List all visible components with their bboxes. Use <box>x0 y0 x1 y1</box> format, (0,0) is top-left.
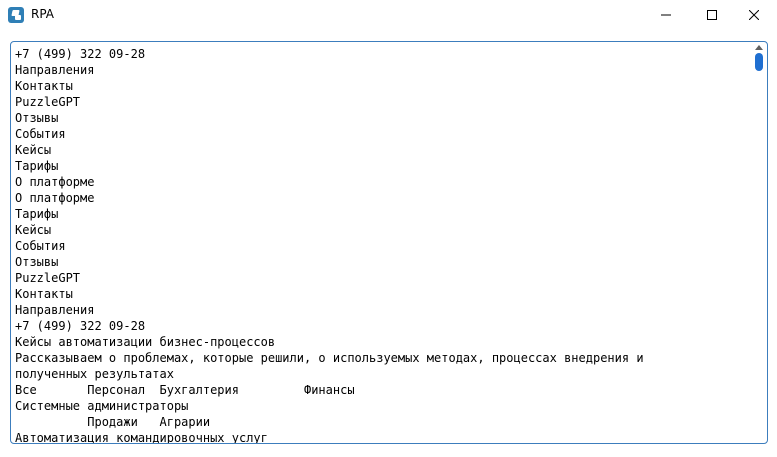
title-bar[interactable]: RPA <box>0 0 777 30</box>
minimize-icon <box>661 14 671 16</box>
window-title: RPA <box>31 7 55 21</box>
text-line: О платформе <box>15 191 95 205</box>
text-line: Контакты <box>15 79 73 93</box>
text-line: События <box>15 239 66 253</box>
text-line: Кейсы <box>15 143 52 157</box>
text-area[interactable]: +7 (499) 322 09-28 Направления Контакты … <box>10 41 768 444</box>
close-icon <box>749 10 759 20</box>
text-line: Системные администраторы <box>15 399 189 413</box>
text-line: О платформе <box>15 175 95 189</box>
text-line: Отзывы <box>15 111 59 125</box>
text-line: Рассказываем о проблемах, которые решили… <box>15 351 644 365</box>
text-line: Отзывы <box>15 255 59 269</box>
maximize-button[interactable] <box>689 0 735 30</box>
text-line: +7 (499) 322 09-28 <box>15 47 146 61</box>
text-line: Направления <box>15 303 95 317</box>
text-line: Тарифы <box>15 159 59 173</box>
scroll-up-arrow-icon[interactable] <box>755 45 763 50</box>
close-button[interactable] <box>731 0 777 30</box>
text-line: полученных результатах <box>15 367 174 381</box>
text-line: Тарифы <box>15 207 59 221</box>
text-line: Контакты <box>15 287 73 301</box>
text-lines: +7 (499) 322 09-28 Направления Контакты … <box>15 46 745 444</box>
text-line: PuzzleGPT <box>15 95 81 109</box>
text-line: Кейсы <box>15 223 52 237</box>
text-line: Продажи Аграрии <box>15 415 211 429</box>
text-line: PuzzleGPT <box>15 271 81 285</box>
vertical-scrollbar[interactable] <box>753 45 765 440</box>
text-line: Все Персонал Бухгалтерия Финансы <box>15 383 355 397</box>
maximize-icon <box>707 10 717 20</box>
minimize-button[interactable] <box>643 0 689 30</box>
scroll-thumb[interactable] <box>755 53 763 71</box>
app-window: RPA +7 (499) 322 09-28 Направления Конта… <box>0 0 777 457</box>
text-line: События <box>15 127 66 141</box>
text-line: Направления <box>15 63 95 77</box>
text-line: +7 (499) 322 09-28 <box>15 319 146 333</box>
text-line: Автоматизация командировочных услуг <box>15 431 268 444</box>
rpa-app-icon <box>8 7 24 23</box>
text-line: Кейсы автоматизации бизнес-процессов <box>15 335 276 349</box>
